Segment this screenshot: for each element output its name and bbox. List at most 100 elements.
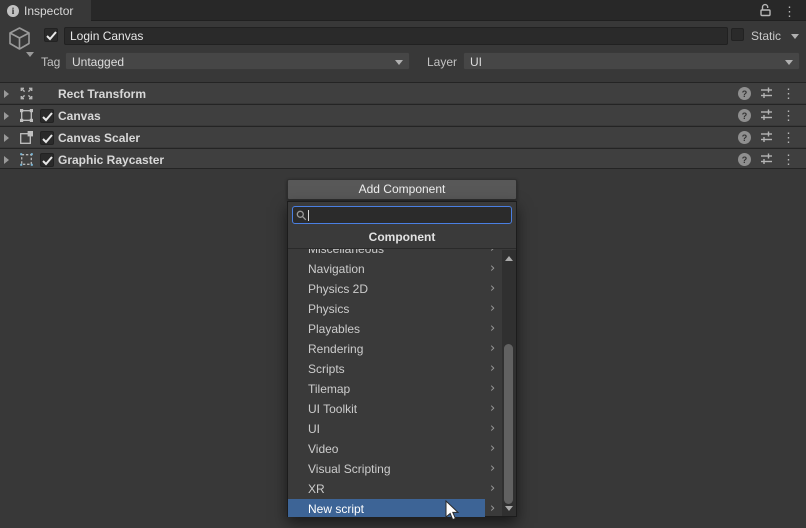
kebab-icon[interactable]: ⋮ (782, 131, 795, 145)
tag-dropdown[interactable]: Untagged (65, 52, 410, 70)
category-item-new-script[interactable]: New script › (288, 499, 502, 517)
category-label: UI (308, 422, 320, 436)
chevron-right-icon: › (490, 419, 495, 439)
component-row-canvas-scaler[interactable]: Canvas Scaler? ⋮ (0, 126, 806, 147)
category-item-miscellaneous[interactable]: Miscellaneous › (288, 249, 502, 259)
chevron-right-icon: › (490, 279, 495, 299)
category-label: Physics 2D (308, 282, 368, 296)
static-label: Static (751, 29, 781, 43)
gameobject-icon-dropdown-caret[interactable] (26, 52, 34, 57)
gameobject-cube-icon[interactable] (6, 25, 33, 55)
category-item-xr[interactable]: XR › (288, 479, 502, 499)
gameobject-header: Login Canvas Static Tag Untagged Layer U… (0, 21, 806, 82)
help-icon[interactable]: ? (738, 131, 751, 144)
unlock-icon[interactable] (759, 3, 772, 20)
component-enabled-checkbox[interactable] (40, 153, 54, 167)
category-item-visual-scripting[interactable]: Visual Scripting › (288, 459, 502, 479)
foldout-arrow-icon[interactable] (4, 112, 9, 120)
chevron-right-icon: › (490, 439, 495, 459)
scroll-down-icon[interactable] (505, 506, 513, 511)
layer-label: Layer (427, 55, 457, 69)
category-item-video[interactable]: Video › (288, 439, 502, 459)
scroll-up-icon[interactable] (505, 256, 513, 261)
chevron-right-icon: › (490, 459, 495, 479)
component-search-input[interactable] (309, 208, 489, 222)
category-item-ui-toolkit[interactable]: UI Toolkit› (288, 399, 502, 419)
tab-bar: i Inspector ⋮ (0, 0, 806, 21)
foldout-arrow-icon[interactable] (4, 156, 9, 164)
tab-inspector[interactable]: i Inspector (0, 0, 91, 21)
component-enabled-checkbox[interactable] (40, 131, 54, 145)
component-row-graphic-raycaster[interactable]: Graphic Raycaster? ⋮ (0, 148, 806, 169)
mouse-cursor (445, 500, 459, 521)
help-icon[interactable]: ? (738, 87, 751, 100)
component-name: Graphic Raycaster (58, 153, 164, 167)
scrollbar-thumb[interactable] (504, 344, 513, 504)
category-label: Navigation (308, 262, 365, 276)
kebab-icon[interactable]: ⋮ (782, 109, 795, 123)
preset-icon[interactable] (760, 108, 773, 124)
category-label: Miscellaneous (308, 249, 384, 256)
search-icon (296, 210, 307, 221)
inspector-window: i Inspector ⋮ Login Canvas Static (0, 0, 806, 528)
chevron-right-icon: › (490, 359, 495, 379)
info-icon: i (7, 5, 19, 17)
gameobject-name-field[interactable]: Login Canvas (64, 27, 728, 45)
chevron-right-icon: › (490, 339, 495, 359)
kebab-icon[interactable]: ⋮ (782, 87, 795, 101)
category-item-ui[interactable]: UI › (288, 419, 502, 439)
preset-icon[interactable] (760, 130, 773, 146)
rect-transform-icon (19, 86, 34, 104)
category-item-navigation[interactable]: Navigation › (288, 259, 502, 279)
component-name: Canvas (58, 109, 101, 123)
category-label: XR (308, 482, 325, 496)
category-label: Visual Scripting (308, 462, 391, 476)
popup-title: Component (288, 230, 516, 244)
chevron-right-icon: › (490, 399, 495, 419)
category-label: Physics (308, 302, 349, 316)
component-row-canvas[interactable]: Canvas? ⋮ (0, 104, 806, 125)
category-item-physics-2d[interactable]: Physics 2D › (288, 279, 502, 299)
chevron-right-icon: › (490, 299, 495, 319)
add-component-button[interactable]: Add Component (287, 179, 517, 200)
component-category-list: Miscellaneous›Navigation›Physics 2D›Phys… (288, 249, 502, 517)
add-component-popup: Component Miscellaneous›Navigation›Physi… (287, 201, 517, 517)
static-checkbox[interactable] (731, 28, 744, 41)
canvas-scaler-icon (19, 130, 34, 148)
canvas-icon (19, 108, 34, 126)
category-item-rendering[interactable]: Rendering› (288, 339, 502, 359)
component-search-box[interactable] (292, 206, 512, 224)
category-label: Playables (308, 322, 360, 336)
preset-icon[interactable] (760, 152, 773, 168)
chevron-right-icon: › (490, 319, 495, 339)
kebab-icon[interactable]: ⋮ (782, 153, 795, 167)
category-label: Scripts (308, 362, 345, 376)
scrollbar[interactable] (502, 250, 516, 516)
foldout-arrow-icon[interactable] (4, 134, 9, 142)
component-row-rect-transform[interactable]: Rect Transform? ⋮ (0, 82, 806, 103)
tab-label: Inspector (24, 4, 73, 18)
category-label: Tilemap (308, 382, 350, 396)
category-item-tilemap[interactable]: Tilemap › (288, 379, 502, 399)
layer-dropdown[interactable]: UI (463, 52, 800, 70)
component-enabled-checkbox[interactable] (40, 109, 54, 123)
gameobject-active-checkbox[interactable] (44, 28, 58, 42)
chevron-right-icon: › (490, 259, 495, 279)
chevron-right-icon: › (490, 479, 495, 499)
category-item-playables[interactable]: Playables › (288, 319, 502, 339)
category-label: Video (308, 442, 338, 456)
chevron-right-icon: › (490, 379, 495, 399)
category-label: New script (308, 502, 364, 516)
category-item-scripts[interactable]: Scripts › (288, 359, 502, 379)
window-menu-icon[interactable]: ⋮ (783, 5, 796, 19)
help-icon[interactable]: ? (738, 109, 751, 122)
foldout-arrow-icon[interactable] (4, 90, 9, 98)
category-item-physics[interactable]: Physics › (288, 299, 502, 319)
static-dropdown-caret[interactable] (791, 34, 799, 39)
component-name: Canvas Scaler (58, 131, 140, 145)
preset-icon[interactable] (760, 86, 773, 102)
help-icon[interactable]: ? (738, 153, 751, 166)
chevron-right-icon: › (490, 499, 495, 517)
chevron-right-icon: › (490, 249, 495, 259)
component-name: Rect Transform (58, 87, 146, 101)
